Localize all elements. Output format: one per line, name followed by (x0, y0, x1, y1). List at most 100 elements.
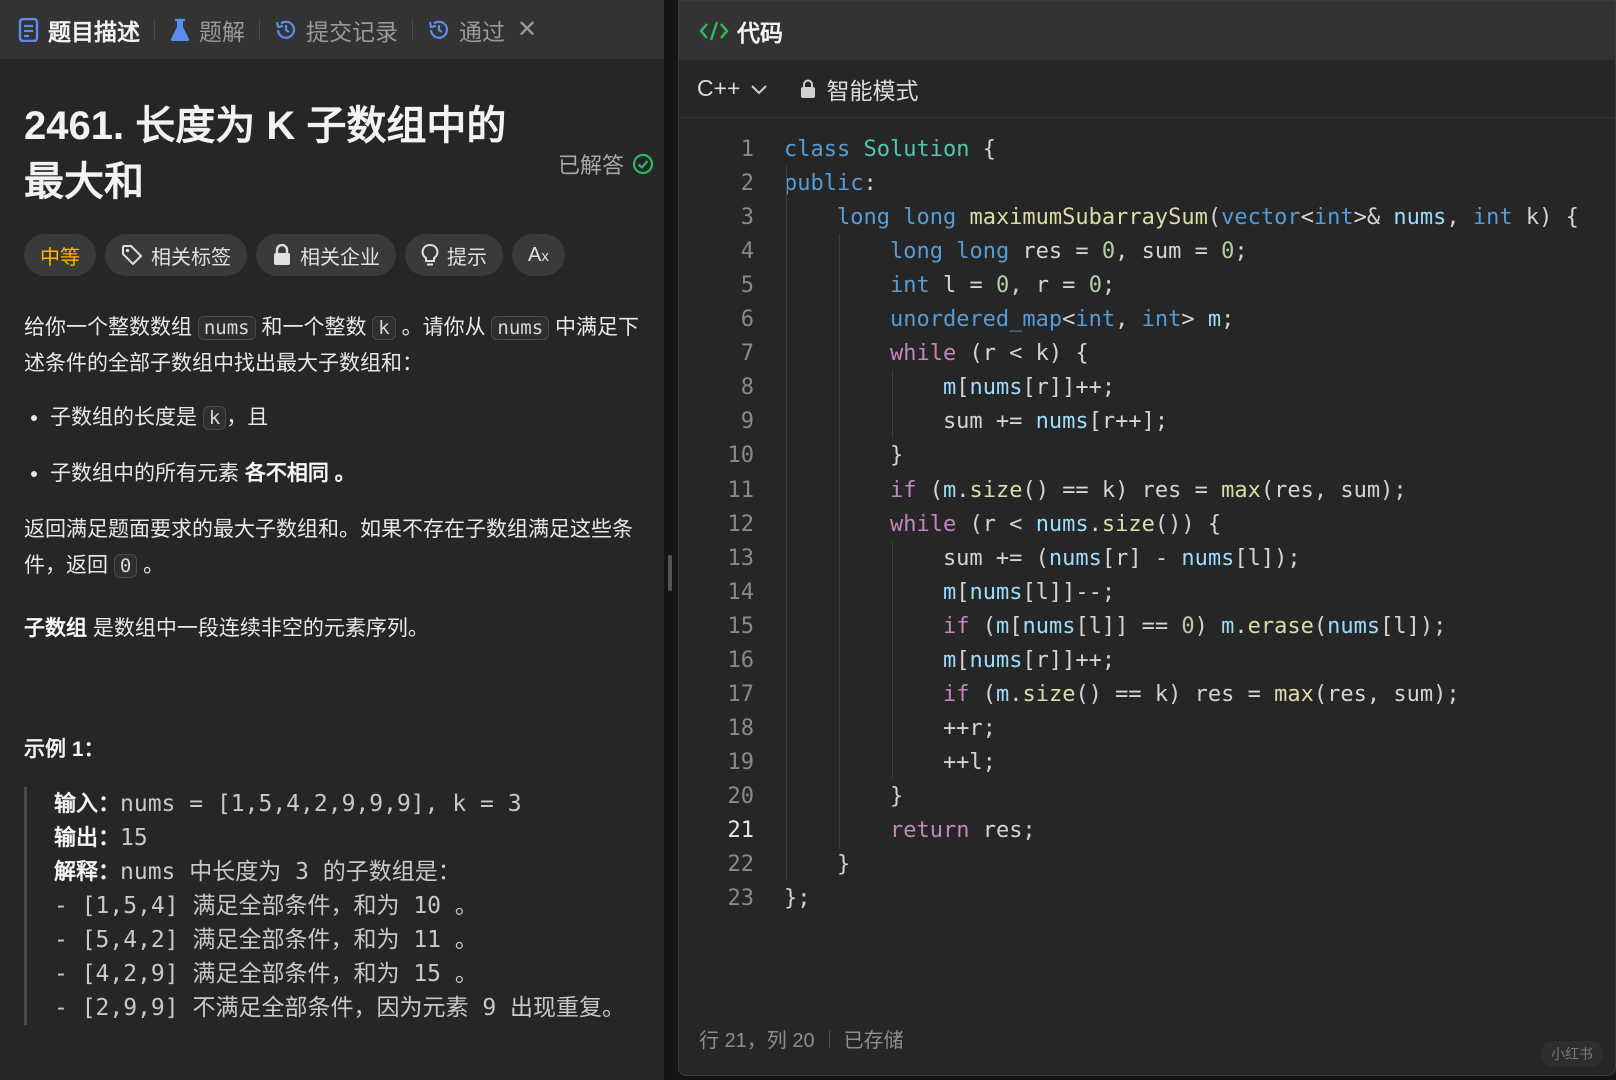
code-text: m[nums[r]]++; (942, 647, 1116, 673)
code-text: m[nums[l]]--; (942, 579, 1116, 605)
editor-status-bar: 行 21，列 20 已存储 (699, 1024, 904, 1053)
tag-icon (122, 245, 143, 266)
tab-solutions[interactable]: 题解 (169, 0, 245, 59)
code-line[interactable]: 23}; (679, 881, 1609, 916)
text: 。请你从 (395, 316, 492, 339)
difficulty-badge[interactable]: 中等 (24, 234, 96, 276)
code-line[interactable]: 3 long long maximumSubarraySum(vector<in… (679, 200, 1609, 235)
bold-text: 子数组 (24, 617, 87, 640)
mode-label: 智能模式 (826, 77, 919, 104)
difficulty-label: 中等 (40, 246, 80, 269)
code-text: return res; (889, 818, 1036, 843)
code-editor[interactable]: 1 class Solution {2 public: 3 long long max… (679, 118, 1615, 998)
code-line[interactable]: 9 sum += nums[r++]; (679, 404, 1609, 439)
line-number: 22 (727, 852, 755, 878)
related-tags-button[interactable]: 相关标签 (105, 234, 247, 276)
code-text: sum += (nums[r] - nums[l]); (784, 545, 1301, 571)
code-line[interactable]: 13 sum += (nums[r] - nums[l]); (679, 541, 1609, 576)
output-label: 输出： (54, 825, 121, 850)
flask-icon (170, 18, 190, 41)
code-line[interactable]: 20 } (679, 779, 1609, 814)
resize-handle[interactable] (668, 555, 672, 591)
code-line[interactable]: 12 while (r < nums.size()) { (679, 507, 1609, 542)
code-line[interactable]: 16 m[nums[r]]++; (679, 643, 1609, 678)
code-icon (699, 21, 729, 40)
description-paragraph: 给你一个整数数组 nums 和一个整数 k 。请你从 nums 中满足下述条件的… (24, 310, 640, 382)
solved-label: 已解答 (557, 153, 624, 178)
language-select[interactable]: C++ (697, 75, 768, 102)
code-line[interactable]: 4 long long res = 0, sum = 0; (679, 234, 1609, 269)
code-line[interactable]: 15 if (m[nums[l]] == 0) m.erase(nums[l])… (679, 609, 1609, 644)
bold-text: 各不相同 。 (244, 462, 356, 485)
example-block: 输入：nums = [1,5,4,2,9,9,9], k = 3 输出：15 解释：… (24, 787, 640, 1025)
code-text: }; (784, 886, 811, 912)
input-label: 输入： (54, 791, 121, 816)
line-number: 20 (727, 783, 755, 809)
code-panel-title: 代码 (737, 19, 783, 46)
code-line[interactable]: 14 m[nums[l]]--; (679, 575, 1609, 610)
mode-toggle[interactable]: 智能模式 (800, 72, 918, 106)
code-line[interactable]: 17 if (m.size() == k) res = max(res, sum… (679, 677, 1609, 712)
explanation-value: nums 中长度为 3 的子数组是： (120, 859, 461, 885)
hint-button[interactable]: 提示 (405, 234, 503, 276)
tab-divider (412, 19, 413, 40)
text: 和一个整数 (255, 316, 373, 339)
line-number: 9 (740, 409, 754, 435)
line-number: 1 (740, 137, 754, 162)
code-line[interactable]: 18 ++r; (679, 711, 1609, 746)
line-number: 8 (740, 375, 754, 401)
example-line: - [5,4,2] 满足全部条件，和为 11 。 (54, 927, 478, 953)
code-text: } (784, 443, 904, 469)
description-icon (18, 17, 39, 42)
line-number: 7 (740, 341, 754, 367)
code-line[interactable]: 22 } (679, 847, 1609, 882)
inline-code: k (372, 316, 396, 340)
code-text: long long res = 0, sum = 0; (889, 239, 1248, 265)
line-number: 4 (740, 239, 754, 265)
code-text: if (m.size() == k) res = max(res, sum); (942, 681, 1460, 707)
tab-accepted[interactable]: 通过 ✕ (427, 0, 537, 59)
code-line[interactable]: 2 public: (679, 166, 1609, 201)
line-number: 6 (740, 307, 754, 333)
inline-code: 0 (113, 554, 138, 578)
close-icon[interactable]: ✕ (517, 15, 537, 44)
code-line[interactable]: 7 while (r < k) { (679, 336, 1609, 371)
definition-paragraph: 子数组 是数组中一段连续非空的元素序列。 (24, 611, 640, 647)
save-status: 已存储 (843, 1030, 904, 1052)
tag-row: 中等 相关标签 相关企业 提示 Ax (24, 234, 640, 276)
input-value: nums = [1,5,4,2,9,9,9], k = 3 (120, 791, 522, 817)
tab-submissions[interactable]: 提交记录 (274, 0, 398, 59)
indent-guide (839, 234, 840, 848)
problem-content: 2461. 长度为 K 子数组中的最大和 已解答 中等 相关标签 相关企业 提示… (0, 98, 664, 1025)
hint-label: 提示 (447, 246, 487, 269)
return-paragraph: 返回满足题面要求的最大子数组和。如果不存在子数组满足这些条件，返回 0 。 (24, 512, 650, 584)
translate-button[interactable]: Ax (512, 234, 565, 276)
code-line[interactable]: 21 return res; (679, 813, 1609, 848)
code-line[interactable]: 6 unordered_map<int, int> m; (679, 302, 1609, 337)
code-line[interactable]: 5 int l = 0, r = 0; (679, 268, 1609, 303)
problem-tab-bar: 题目描述 题解 提交记录 通过 ✕ (0, 0, 664, 59)
code-text: int l = 0, r = 0; (889, 273, 1116, 299)
lightbulb-icon (421, 244, 439, 266)
tab-description[interactable]: 题目描述 (18, 0, 140, 59)
code-line[interactable]: 1 class Solution { (679, 132, 1609, 167)
code-line[interactable]: 19 ++l; (679, 745, 1609, 780)
history-icon (275, 20, 296, 39)
code-text: ++r; (784, 715, 996, 741)
code-text: ++l; (784, 749, 996, 775)
text: 是数组中一段连续非空的元素序列。 (87, 617, 429, 640)
cursor-position: 行 21，列 20 (699, 1030, 815, 1052)
solved-status: 已解答 (558, 148, 654, 180)
code-text: while (r < nums.size()) { (889, 511, 1222, 537)
example-line: - [4,2,9] 满足全部条件，和为 15 。 (54, 961, 478, 987)
code-line[interactable]: 8 m[nums[r]]++; (679, 370, 1609, 405)
condition-item: 子数组中的所有元素 各不相同 。 (50, 456, 640, 492)
related-companies-button[interactable]: 相关企业 (256, 234, 396, 276)
panel-divider[interactable] (664, 0, 678, 1080)
condition-item: 子数组的长度是 k，且 (50, 400, 640, 436)
line-number: 14 (727, 579, 755, 605)
indent-guide (892, 370, 893, 439)
code-line[interactable]: 10 } (679, 438, 1609, 473)
code-text: m[nums[r]]++; (942, 375, 1116, 401)
code-line[interactable]: 11 if (m.size() == k) res = max(res, sum… (679, 473, 1609, 508)
